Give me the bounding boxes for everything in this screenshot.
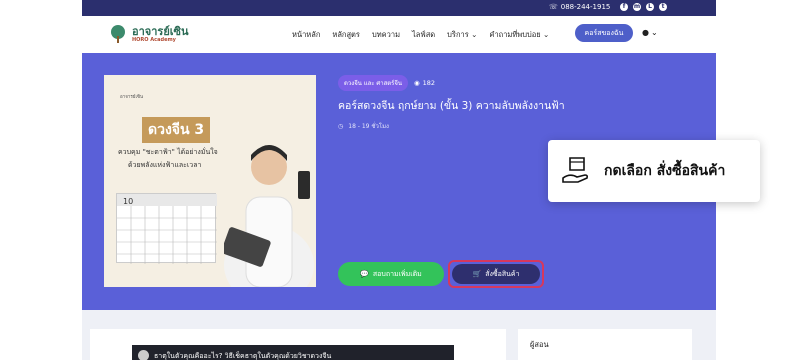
- package-hand-icon: [562, 157, 589, 183]
- cover-line-1: ควบคุม "ชะตาฟ้า" ได้อย่างมั่นใจ: [118, 148, 218, 156]
- phone-number: 088-244-1915: [560, 3, 611, 11]
- messenger-icon[interactable]: m: [633, 3, 641, 11]
- calendar-label: 10: [123, 197, 133, 206]
- course-title: คอร์สดวงจีน ฤกษ์ยาม (ขั้น 3) ความลับพลัง…: [338, 100, 565, 112]
- cover-headline: ดวงจีน 3: [142, 117, 211, 143]
- calendar-illustration: 10: [116, 193, 217, 264]
- nav-menu: หน้าหลัก หลักสูตร บทความ ไลฟ์สด บริการ ⌄…: [292, 29, 549, 41]
- instruction-callout: กดเลือก สั่งซื้อสินค้า: [548, 140, 760, 202]
- main-navbar: อาจารย์เซิน HORO Academy หน้าหลัก หลักสู…: [82, 16, 716, 53]
- nav-live[interactable]: ไลฟ์สด: [412, 29, 435, 41]
- course-hours: 18 - 19 ชั่วโมง: [348, 123, 389, 130]
- facebook-icon[interactable]: f: [620, 3, 628, 11]
- order-button-label: สั่งซื้อสินค้า: [485, 269, 520, 278]
- cart-icon: 🛒: [472, 270, 482, 278]
- nav-home[interactable]: หน้าหลัก: [292, 29, 320, 41]
- nav-services[interactable]: บริการ ⌄: [447, 29, 477, 41]
- tree-logo-icon: [111, 25, 125, 43]
- line-icon[interactable]: L: [646, 3, 654, 11]
- logo-name: อาจารย์เซิน: [132, 24, 189, 38]
- phone-contact[interactable]: ☏ 088-244-1915: [549, 3, 610, 11]
- calendar-grid-icon: 10: [117, 194, 217, 264]
- course-cover-image: อาจารย์เซิน ดวงจีน 3 ควบคุม "ชะตาฟ้า" ได…: [104, 75, 316, 287]
- instructor-card: ผู้สอน: [518, 329, 692, 360]
- line-chat-icon: 💬: [360, 270, 369, 278]
- chevron-down-icon: ⌄: [650, 28, 658, 37]
- views-counter: ◉ 182: [414, 79, 435, 87]
- phone-icon: ☏: [549, 3, 558, 11]
- nav-faq[interactable]: คำถามที่พบบ่อย ⌄: [489, 29, 549, 41]
- line-inquiry-button[interactable]: 💬 สอบถามเพิ่มเติม: [338, 262, 444, 286]
- instructor-photo: [224, 145, 314, 287]
- course-content-area: ธาตุในตัวคุณคืออะไร? วิธีเช็คธาตุในตัวคุ…: [82, 310, 716, 360]
- course-meta: ดวงจีน และ ศาสตร์จีน ◉ 182: [338, 75, 435, 91]
- nav-courses[interactable]: หลักสูตร: [332, 29, 360, 41]
- site-logo[interactable]: อาจารย์เซิน HORO Academy: [108, 24, 189, 44]
- course-duration: ◷ 18 - 19 ชั่วโมง: [338, 121, 389, 131]
- order-button-highlight: 🛒 สั่งซื้อสินค้า: [448, 260, 544, 288]
- user-icon: ●: [642, 28, 649, 37]
- tiktok-icon[interactable]: t: [659, 3, 667, 11]
- eye-icon: ◉: [413, 79, 420, 87]
- line-button-label: สอบถามเพิ่มเติม: [372, 269, 422, 278]
- clock-icon: ◷: [338, 122, 344, 130]
- user-menu[interactable]: ● ⌄: [642, 28, 658, 37]
- order-button[interactable]: 🛒 สั่งซื้อสินค้า: [452, 264, 540, 284]
- top-bar: ☏ 088-244-1915 f m L t: [82, 0, 716, 16]
- instructor-label: ผู้สอน: [530, 340, 549, 349]
- category-chip[interactable]: ดวงจีน และ ศาสตร์จีน: [338, 75, 408, 91]
- course-video[interactable]: ธาตุในตัวคุณคืออะไร? วิธีเช็คธาตุในตัวคุ…: [132, 345, 454, 360]
- my-courses-button[interactable]: คอร์สของฉัน: [575, 24, 633, 42]
- nav-articles[interactable]: บทความ: [372, 29, 400, 41]
- cover-line-2: ด้วยพลังแห่งฟ้าและเวลา: [128, 161, 202, 169]
- callout-text: กดเลือก สั่งซื้อสินค้า: [604, 163, 726, 179]
- cover-logo: อาจารย์เซิน: [120, 95, 144, 100]
- social-links: f m L t: [620, 3, 667, 11]
- channel-avatar: [138, 350, 149, 360]
- views-count: 182: [422, 79, 436, 87]
- video-title: ธาตุในตัวคุณคืออะไร? วิธีเช็คธาตุในตัวคุ…: [154, 352, 332, 360]
